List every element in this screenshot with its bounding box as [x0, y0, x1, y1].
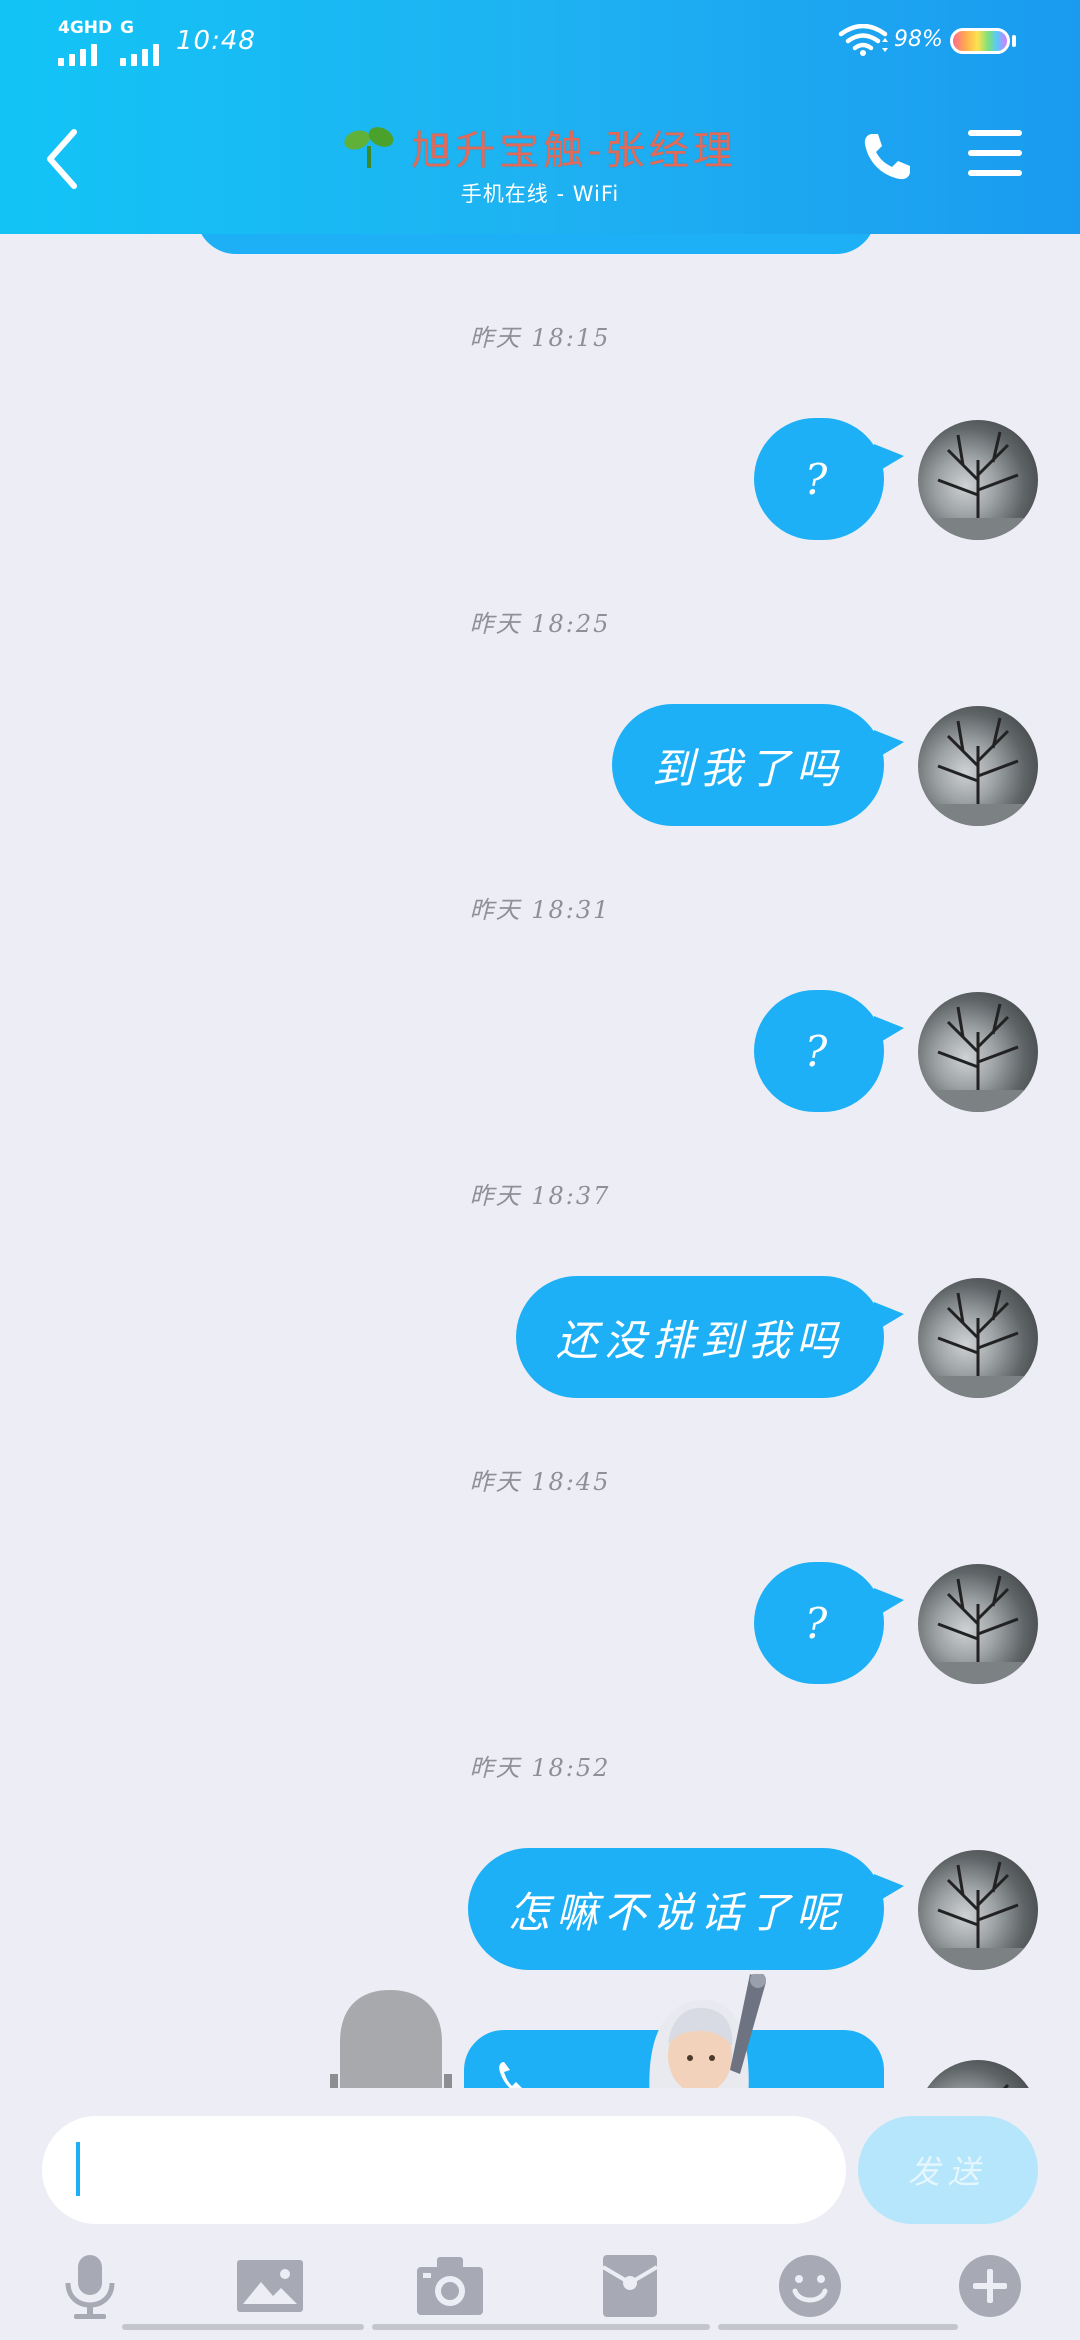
avatar[interactable] — [918, 992, 1038, 1112]
avatar[interactable] — [918, 1278, 1038, 1398]
chat-title-text: 旭升宝触-张经理 — [411, 128, 737, 174]
message-row: 怎嘛不说话了呢 — [0, 1848, 1080, 1972]
network-type-label: 4GHD — [58, 18, 113, 38]
message-list[interactable]: 昨天 18:15 ? 昨天 18:25 到我了吗 昨天 18:31 ? 昨天 1… — [0, 234, 1080, 2088]
title-wrap: 旭升宝触-张经理 — [0, 118, 1080, 176]
input-bar: 发送 — [0, 2088, 1080, 2340]
camera-icon — [417, 2257, 483, 2315]
text-cursor — [76, 2142, 80, 2196]
status-bar: 4GHD G 10:48 98% — [0, 0, 1080, 80]
image-icon — [237, 2260, 303, 2312]
message-row: 到我了吗 — [0, 704, 1080, 828]
message-timestamp: 昨天 18:25 — [469, 610, 611, 638]
avatar[interactable] — [918, 420, 1038, 540]
menu-icon — [968, 130, 1022, 136]
voice-input-button[interactable] — [50, 2246, 130, 2326]
battery-tip — [1012, 35, 1016, 47]
bubble-tail — [874, 444, 904, 474]
avatar[interactable] — [918, 2060, 1038, 2088]
emoji-icon — [779, 2255, 841, 2317]
sprout-icon — [344, 127, 394, 168]
message-row: ? — [0, 1562, 1080, 1686]
nav-hint-bar — [718, 2324, 958, 2330]
online-status: 手机在线 - WiFi — [460, 182, 620, 206]
message-input[interactable] — [42, 2116, 846, 2224]
message-timestamp: 昨天 18:15 — [469, 324, 611, 352]
bubble-tail — [874, 1016, 904, 1046]
anime-character-sticker[interactable] — [620, 1974, 800, 2088]
signal-strength-icon — [58, 40, 97, 66]
chat-title[interactable]: 旭升宝触-张经理 — [343, 118, 737, 176]
bubble-tail — [874, 1302, 904, 1332]
avatar[interactable] — [918, 706, 1038, 826]
status-time: 10:48 — [176, 26, 256, 56]
phone-icon — [864, 134, 910, 180]
battery-icon — [950, 28, 1010, 54]
bubble-tail — [874, 730, 904, 760]
message-bubble[interactable]: ? — [754, 990, 884, 1112]
network-type-label-2: G — [120, 18, 134, 38]
message-row: ? — [0, 418, 1080, 542]
nav-hint-bar — [372, 2324, 710, 2330]
bubble-tail — [874, 1874, 904, 1904]
plus-icon — [959, 2255, 1021, 2317]
red-packet-button[interactable] — [590, 2246, 670, 2326]
message-row: 还没排到我吗 — [0, 1276, 1080, 1400]
avatar[interactable] — [918, 1564, 1038, 1684]
message-bubble[interactable]: ? — [754, 418, 884, 540]
bubble-tail — [874, 1588, 904, 1618]
message-timestamp: 昨天 18:52 — [469, 1754, 611, 1782]
message-bubble[interactable]: 到我了吗 — [611, 704, 884, 826]
send-button[interactable]: 发送 — [858, 2116, 1038, 2224]
avatar[interactable] — [918, 1850, 1038, 1970]
message-timestamp: 昨天 18:45 — [469, 1468, 611, 1496]
chat-header: 4GHD G 10:48 98% 旭升宝触-张经理 手机在线 - WiFi — [0, 0, 1080, 234]
message-timestamp: 昨天 18:37 — [469, 1182, 611, 1210]
emoji-button[interactable] — [770, 2246, 850, 2326]
image-button[interactable] — [230, 2246, 310, 2326]
microphone-icon — [65, 2255, 115, 2319]
voice-call-record-icon — [499, 2062, 522, 2088]
message-bubble[interactable]: 怎嘛不说话了呢 — [467, 1848, 884, 1970]
nav-hint-bar — [122, 2324, 364, 2330]
character-silhouette-sticker[interactable] — [320, 1982, 460, 2088]
more-options-button[interactable] — [950, 2246, 1030, 2326]
voice-call-button[interactable] — [858, 128, 916, 186]
red-packet-icon — [601, 2255, 659, 2317]
message-row-partial — [0, 2030, 1080, 2088]
signal-strength-icon-2 — [120, 40, 159, 66]
chat-menu-button[interactable] — [968, 130, 1022, 180]
message-bubble[interactable]: ? — [754, 1562, 884, 1684]
battery-percentage: 98% — [894, 27, 943, 52]
message-timestamp: 昨天 18:31 — [469, 896, 611, 924]
camera-button[interactable] — [410, 2246, 490, 2326]
input-toolbar — [0, 2246, 1080, 2326]
wifi-icon — [838, 24, 888, 56]
message-bubble[interactable]: 还没排到我吗 — [515, 1276, 884, 1398]
message-row: ? — [0, 990, 1080, 1114]
